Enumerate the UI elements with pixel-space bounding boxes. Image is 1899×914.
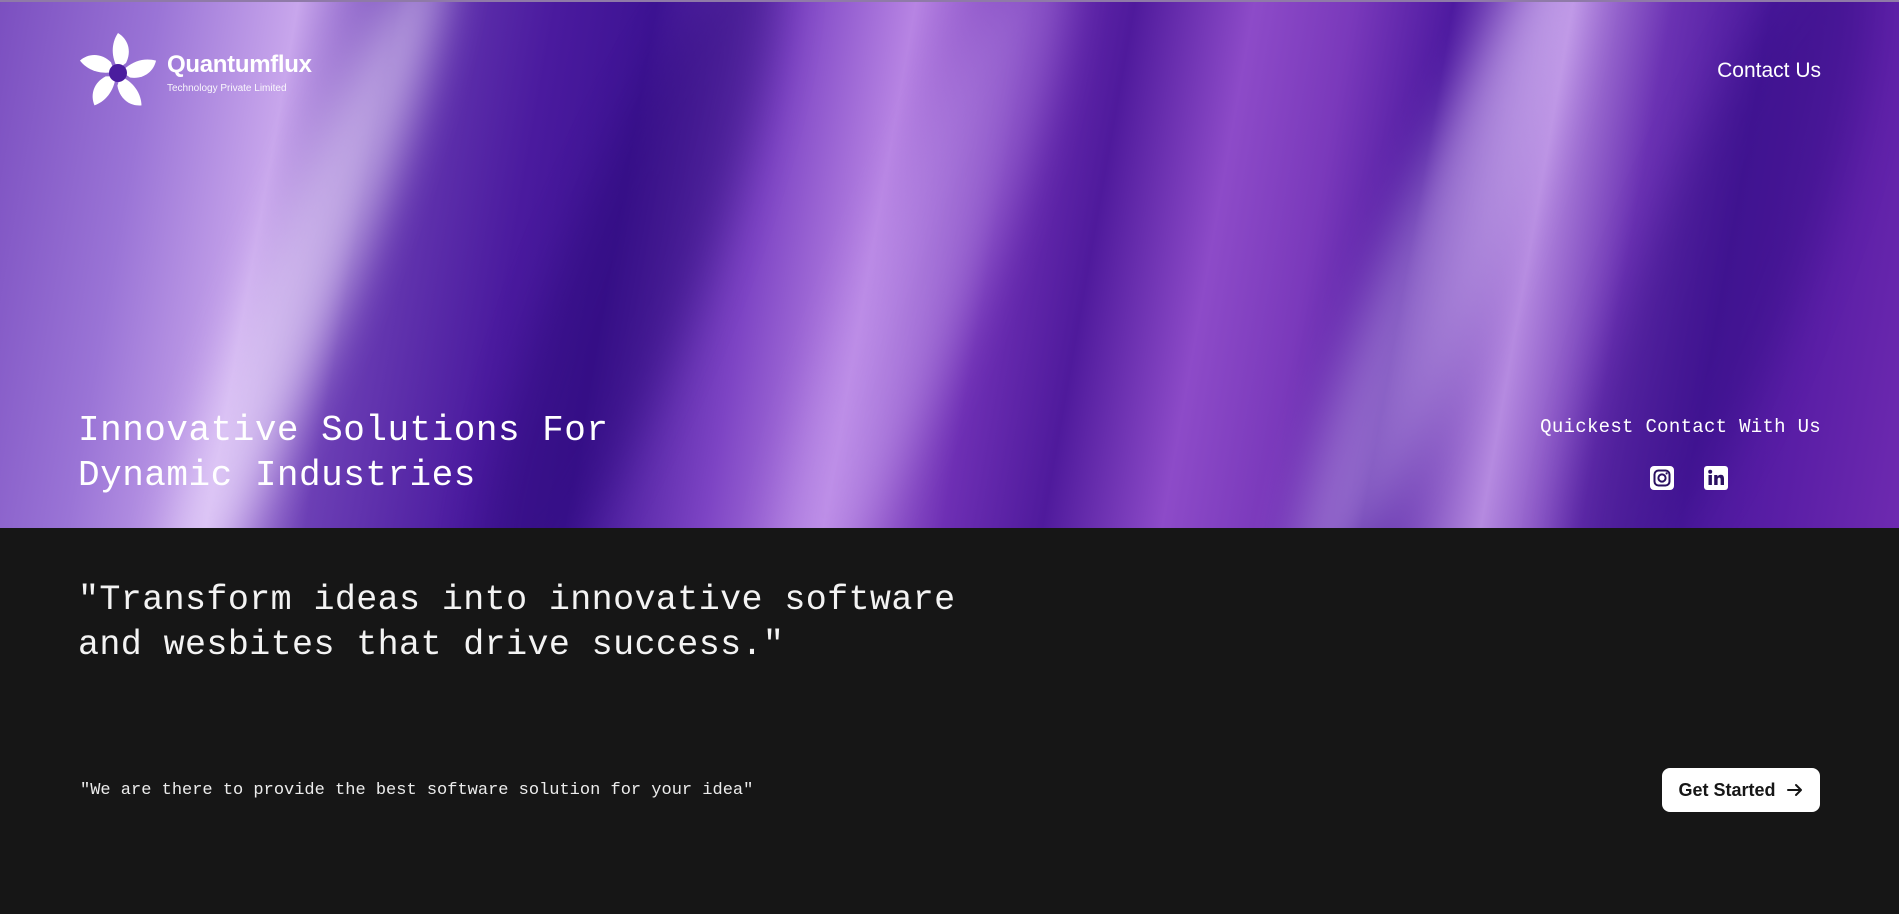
social-links bbox=[1649, 465, 1729, 491]
hero-light-streak bbox=[1249, 0, 1621, 528]
brand-subtitle: Technology Private Limited bbox=[167, 83, 287, 94]
headline-quote: "Transform ideas into innovative softwar… bbox=[78, 580, 956, 665]
hero-light-streak bbox=[729, 0, 1111, 528]
tagline-text: "We are there to provide the best softwa… bbox=[80, 781, 754, 800]
brand-name: Quantumflux bbox=[167, 51, 312, 78]
arrow-right-icon bbox=[1786, 784, 1802, 796]
brand-logo-link[interactable]: Quantumflux Technology Private Limited bbox=[78, 30, 312, 116]
pinwheel-logo-icon bbox=[79, 33, 157, 106]
hero-banner: Quantumflux Technology Private Limited C… bbox=[0, 0, 1899, 528]
get-started-button[interactable]: Get Started bbox=[1662, 768, 1820, 812]
hero-dark-streak bbox=[1510, 0, 1899, 528]
hero-title: Innovative Solutions For Dynamic Industr… bbox=[78, 410, 609, 496]
top-border bbox=[0, 0, 1899, 2]
brand-text: Quantumflux Technology Private Limited bbox=[167, 51, 312, 95]
instagram-icon[interactable] bbox=[1649, 465, 1675, 491]
quick-contact-label: Quickest Contact With Us bbox=[1540, 416, 1821, 438]
linkedin-icon[interactable] bbox=[1703, 465, 1729, 491]
contact-us-link[interactable]: Contact Us bbox=[1717, 59, 1821, 83]
get-started-label: Get Started bbox=[1678, 779, 1776, 800]
